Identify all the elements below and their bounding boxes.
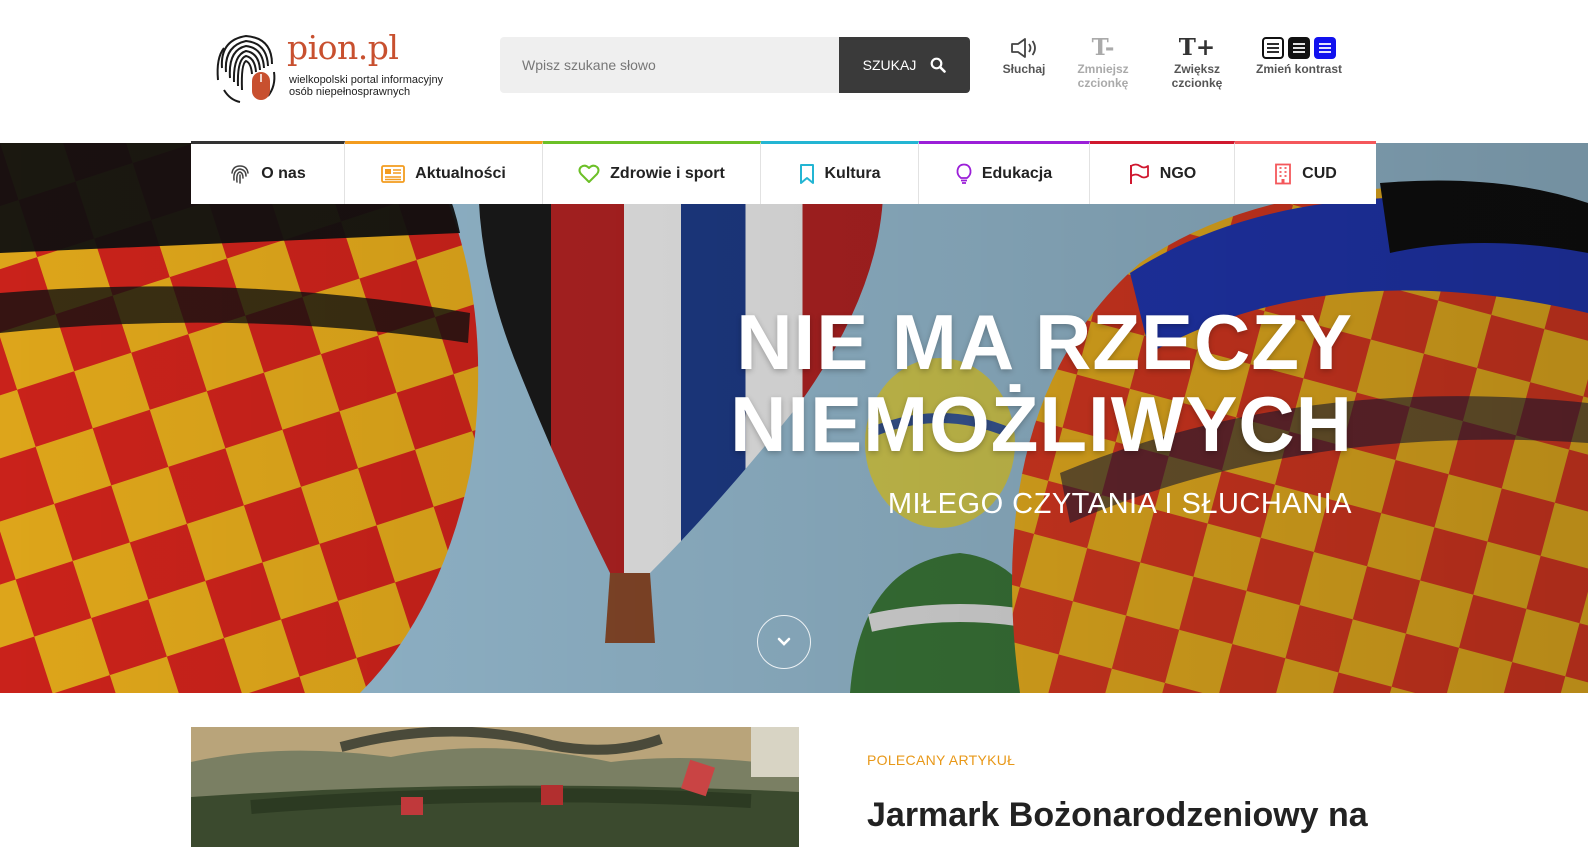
increase-font-label-line-2: czcionkę [1171,76,1223,90]
logo-tagline: wielkopolski portal informacyjny osób ni… [289,74,443,98]
search-button-label: SZUKAJ [862,57,917,73]
contrast-blue-icon[interactable] [1314,37,1336,59]
nav-item-aktualnosci[interactable]: Aktualności [345,141,543,204]
site-logo[interactable]: pion.pl wielkopolski portal informacyjny… [214,28,464,104]
contrast-tool: Zmień kontrast [1250,34,1348,76]
nav-item-o-nas[interactable]: O nas [191,141,345,204]
nav-label: CUD [1302,165,1337,182]
nav-label: Aktualności [415,165,506,182]
decrease-font-label-line-1: Zmniejsz [1077,62,1129,76]
featured-article-label: POLECANY ARTYKUŁ [867,752,1016,768]
contrast-default-icon[interactable] [1262,37,1284,59]
site-header: pion.pl wielkopolski portal informacyjny… [0,0,1588,143]
nav-label: Zdrowie i sport [610,165,725,182]
hero-title-line-2: NIEMOŻLIWYCH [730,380,1353,468]
decrease-font-tool[interactable]: T- Zmniejsz czcionkę [1070,34,1136,90]
nav-label: Kultura [824,165,881,182]
nav-label: Edukacja [981,165,1053,182]
featured-article-image[interactable] [191,727,799,847]
hero-banner: NIE MA RZECZY NIEMOŻLIWYCH MIŁEGO CZYTAN… [0,143,1588,693]
heart-icon [578,164,600,183]
increase-font-tool[interactable]: T+ Zwiększ czcionkę [1164,34,1230,90]
main-navigation: O nas Aktualności Zdrowie i sport Kultur… [191,141,1376,204]
nav-item-zdrowie-i-sport[interactable]: Zdrowie i sport [543,141,761,204]
hero-title: NIE MA RZECZY NIEMOŻLIWYCH [730,301,1353,465]
featured-article-title[interactable]: Jarmark Bożonarodzeniowy na [867,796,1368,835]
nav-item-cud[interactable]: CUD [1235,141,1376,204]
font-increase-icon: T+ [1178,34,1216,61]
chevron-down-icon [777,637,791,646]
scroll-down-button[interactable] [757,615,811,669]
listen-tool[interactable]: Słuchaj [996,34,1052,76]
nav-item-edukacja[interactable]: Edukacja [919,141,1090,204]
flag-icon [1129,163,1149,184]
search-button[interactable]: SZUKAJ [839,37,970,93]
hero-subtitle: MIŁEGO CZYTANIA I SŁUCHANIA [887,488,1352,520]
nav-item-kultura[interactable]: Kultura [761,141,919,204]
bookmark-icon [799,164,814,184]
contrast-label: Zmień kontrast [1255,62,1342,76]
search-input[interactable] [500,37,839,93]
fingerprint-icon [231,165,250,184]
speaker-icon [1011,38,1036,58]
christmas-market-image [191,727,799,847]
logo-name: pion.pl [287,28,399,67]
font-decrease-icon: T- [1091,34,1115,61]
listen-label: Słuchaj [1002,62,1046,76]
search-form: SZUKAJ [500,37,970,93]
nav-item-ngo[interactable]: NGO [1090,141,1235,204]
newspaper-icon [381,165,406,183]
logo-tagline-line-2: osób niepełnosprawnych [289,86,411,98]
nav-label: NGO [1159,165,1197,182]
logo-tagline-line-1: wielkopolski portal informacyjny [289,74,444,86]
search-icon [930,57,947,73]
decrease-font-label-line-2: czcionkę [1077,76,1129,90]
increase-font-label-line-1: Zwiększ [1173,62,1221,76]
nav-label: O nas [261,165,306,182]
hero-title-line-1: NIE MA RZECZY [736,298,1353,386]
building-icon [1275,163,1292,185]
fingerprint-mouse-logo-icon [216,34,276,103]
lightbulb-icon [956,163,972,184]
contrast-dark-icon[interactable] [1288,37,1310,59]
